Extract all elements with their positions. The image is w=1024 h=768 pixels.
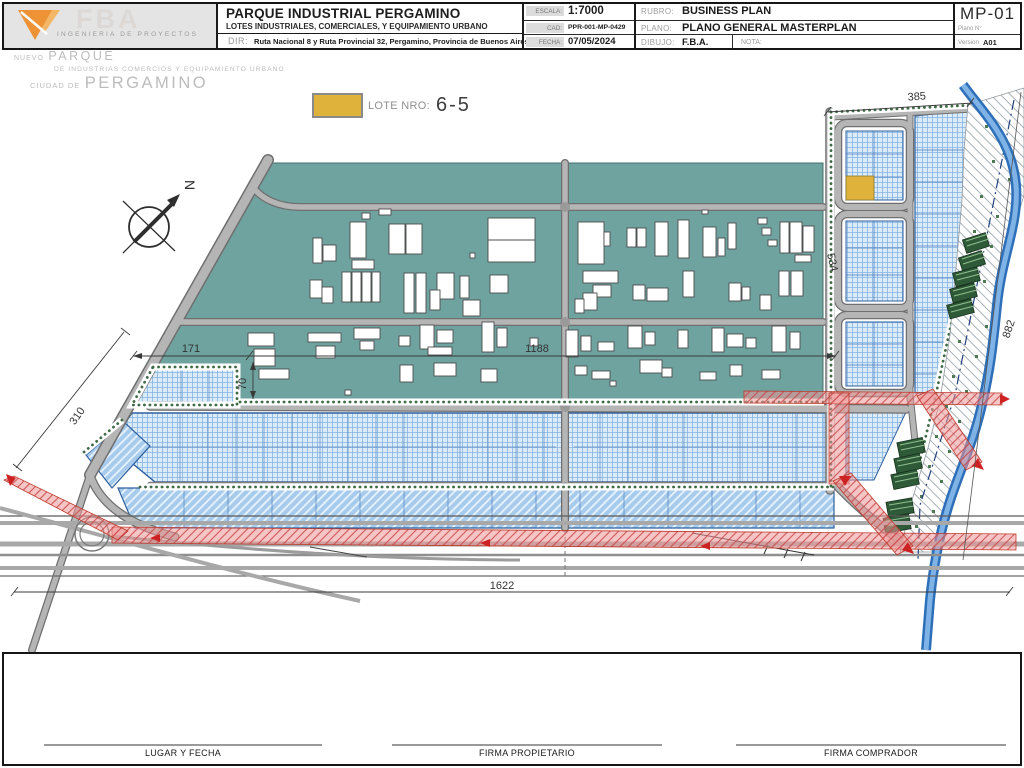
signature-line: [392, 744, 662, 746]
title-block: FBA INGENIERIA DE PROYECTOS PARQUE INDUS…: [2, 2, 1022, 50]
north-label: N: [182, 180, 198, 190]
signature-field-propietario: FIRMA PROPIETARIO: [392, 744, 662, 758]
dibujo-value: F.B.A.: [682, 37, 709, 48]
company-tagline: INGENIERIA DE PROYECTOS: [57, 31, 199, 38]
sheet-code: MP-01: [959, 4, 1016, 23]
company-logo-icon: [18, 10, 60, 40]
fecha-row: FECHA: 07/05/2024: [524, 34, 634, 49]
plano-label: PLANO:: [641, 24, 673, 33]
watermark-parque: PARQUE: [48, 49, 116, 63]
dim-310: 310: [67, 405, 87, 427]
signature-line: [736, 744, 1006, 746]
watermark-line2: DE INDUSTRIAS COMERCIOS Y EQUIPAMIENTO U…: [54, 65, 285, 73]
signature-label: FIRMA COMPRADOR: [823, 748, 918, 758]
version-value: A01: [983, 38, 997, 47]
fecha-value: 07/05/2024: [568, 36, 616, 47]
scale-row: ESCALA: 1:7000: [524, 4, 634, 20]
sheet-number-label: Plano N°: [958, 26, 982, 32]
signature-field-lugar-fecha: LUGAR Y FECHA: [44, 744, 322, 758]
masterplan-sheet: 385 534 882 171 1188 70 310 1622 N FBA I…: [0, 0, 1024, 768]
nota-cell: NOTA:: [732, 35, 956, 49]
escala-value: 1:7000: [568, 5, 604, 17]
rubro-label: RUBRO:: [641, 7, 674, 16]
signature-line: [44, 744, 322, 746]
dim-70: 70: [237, 378, 249, 390]
dibujo-label: DIBUJO:: [641, 38, 675, 47]
version-row: Version A01: [955, 34, 1020, 49]
dim-385: 385: [907, 90, 926, 103]
lot-legend: LOTE NRO: 6-5: [312, 93, 471, 118]
highlighted-lot-6-5: [845, 175, 875, 201]
dim-882: 882: [1001, 318, 1018, 339]
signature-label: FIRMA PROPIETARIO: [479, 748, 575, 758]
legend-swatch: [312, 93, 363, 118]
plano-row: PLANO: PLANO GENERAL MASTERPLAN: [636, 20, 953, 35]
escala-label: ESCALA:: [526, 6, 564, 16]
cad-value: PPR-001-MP-0429: [568, 24, 626, 31]
meta-cell: ESCALA: 1:7000 CAD: PPR-001-MP-0429 FECH…: [522, 4, 634, 48]
cad-row: CAD: PPR-001-MP-0429: [524, 20, 634, 35]
fecha-label: FECHA:: [526, 37, 564, 47]
signature-field-comprador: FIRMA COMPRADOR: [736, 744, 1006, 758]
project-watermark: NUEVO PARQUE DE INDUSTRIAS COMERCIOS Y E…: [14, 48, 285, 93]
cad-label: CAD:: [526, 23, 564, 33]
sheet-number-cell: MP-01 Plano N° Version A01: [953, 4, 1020, 48]
dir-value: Ruta Nacional 8 y Ruta Provincial 32, Pe…: [254, 37, 529, 46]
watermark-nuevo: NUEVO: [14, 55, 44, 62]
rubro-cell: RUBRO: BUSINESS PLAN PLANO: PLANO GENERA…: [634, 4, 953, 49]
address-row: DIR: Ruta Nacional 8 y Ruta Provincial 3…: [218, 33, 529, 49]
legend-lot-number: 6-5: [436, 94, 471, 116]
dim-1188: 1188: [525, 343, 549, 355]
rubro-row: RUBRO: BUSINESS PLAN: [636, 4, 953, 20]
project-subtitle: LOTES INDUSTRIALES, COMERCIALES, Y EQUIP…: [226, 22, 488, 31]
legend-label: LOTE NRO:: [368, 99, 430, 112]
dim-171: 171: [182, 343, 200, 355]
logo-cell: FBA INGENIERIA DE PROYECTOS: [4, 4, 216, 48]
plano-value: PLANO GENERAL MASTERPLAN: [682, 22, 857, 34]
signature-block: LUGAR Y FECHA FIRMA PROPIETARIO FIRMA CO…: [2, 652, 1022, 766]
project-title: PARQUE INDUSTRIAL PERGAMINO: [226, 6, 461, 21]
dibujo-nota-row: DIBUJO: F.B.A. NOTA:: [636, 34, 953, 49]
nota-label: NOTA:: [741, 39, 762, 46]
north-compass: N: [122, 180, 198, 254]
version-label: Version: [958, 39, 980, 46]
dir-label: DIR:: [228, 36, 248, 46]
dim-1622: 1622: [490, 580, 514, 592]
watermark-pergamino: PERGAMINO: [84, 73, 209, 92]
watermark-ciudad-de: CIUDAD DE: [30, 80, 81, 90]
project-cell: PARQUE INDUSTRIAL PERGAMINO LOTES INDUST…: [216, 4, 529, 49]
signature-label: LUGAR Y FECHA: [144, 748, 222, 758]
rubro-value: BUSINESS PLAN: [682, 5, 772, 17]
